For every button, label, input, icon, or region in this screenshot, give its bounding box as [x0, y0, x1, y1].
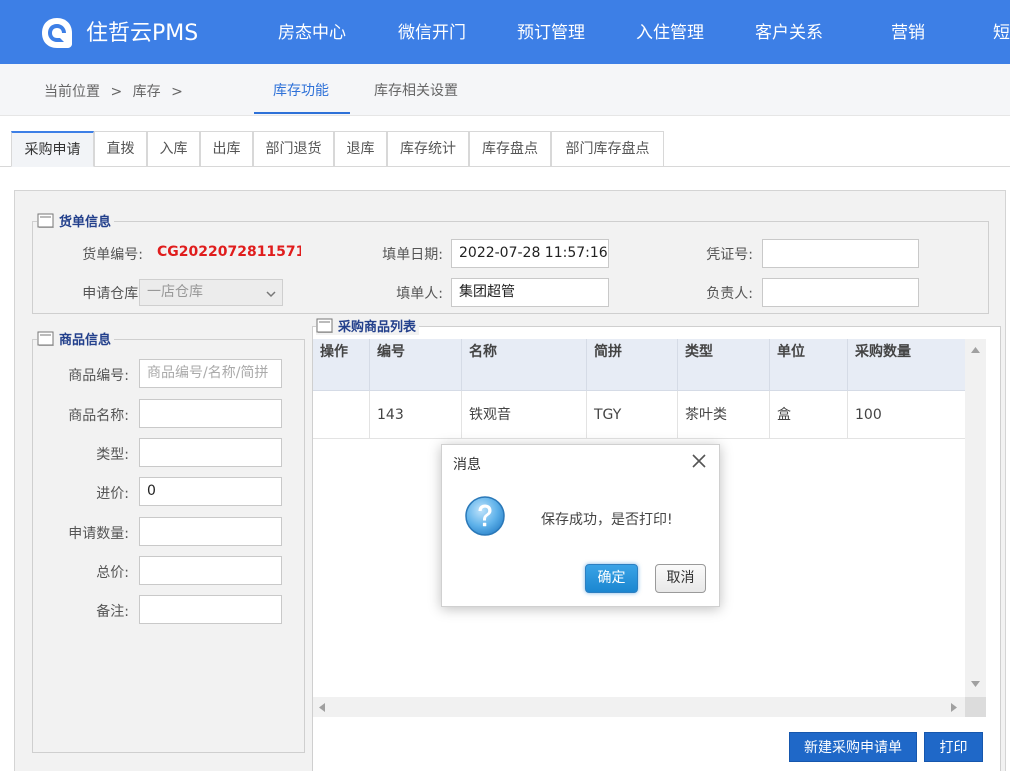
- goods-code-input[interactable]: 商品编号/名称/简拼: [139, 359, 282, 388]
- goods-type-input[interactable]: [139, 438, 282, 467]
- horizontal-scrollbar[interactable]: [313, 697, 965, 717]
- order-no-value: CG20220728115716: [157, 244, 301, 260]
- subtab-stock-in[interactable]: 入库: [147, 131, 200, 167]
- nav-room-status[interactable]: 房态中心: [278, 22, 346, 44]
- order-info-legend: 货单信息: [37, 211, 115, 230]
- table-row[interactable]: 143 铁观音 TGY 茶叶类 盒 100: [313, 391, 965, 439]
- voucher-field[interactable]: [762, 239, 919, 268]
- request-qty-input[interactable]: [139, 517, 282, 546]
- subtab-dept-return[interactable]: 部门退货: [253, 131, 334, 167]
- col-action: 操作: [313, 339, 370, 391]
- goods-code-label: 商品编号:: [68, 368, 129, 384]
- warehouse-select-value: 一店仓库: [147, 284, 203, 300]
- order-info-box: 货单信息 货单编号: CG20220728115716 填单日期: 2022-0…: [32, 211, 989, 314]
- order-no-label: 货单编号:: [82, 247, 143, 263]
- goods-name-label: 商品名称:: [68, 408, 129, 424]
- breadcrumb-separator: >: [110, 84, 123, 100]
- col-pinyin: 简拼: [587, 339, 678, 391]
- filler-field[interactable]: 集团超管: [451, 278, 609, 307]
- scrollbar-corner: [965, 697, 986, 717]
- purchase-list-legend: 采购商品列表: [316, 316, 420, 335]
- col-purchase-qty: 采购数量: [855, 344, 911, 360]
- cell-code: 143: [370, 391, 462, 439]
- breadcrumb-inventory[interactable]: 库存: [133, 84, 161, 100]
- dialog-message: 保存成功，是否打印!: [541, 512, 673, 528]
- col-type: 类型: [678, 339, 770, 391]
- nav-sms[interactable]: 短: [993, 22, 1010, 44]
- document-icon: [37, 213, 54, 228]
- col-unit: 单位: [770, 339, 848, 391]
- total-price-input[interactable]: [139, 556, 282, 585]
- confirm-button[interactable]: 确定: [585, 564, 638, 593]
- top-navbar: 住哲云PMS 房态中心 微信开门 预订管理 入住管理 客户关系 营销 短: [0, 0, 1010, 64]
- goods-info-legend: 商品信息: [37, 329, 115, 348]
- filler-label: 填单人:: [396, 286, 443, 302]
- cancel-button[interactable]: 取消: [655, 564, 706, 593]
- order-info-title: 货单信息: [59, 215, 112, 230]
- tab-inventory-functions[interactable]: 库存功能: [273, 80, 329, 100]
- cell-type: 茶叶类: [678, 391, 770, 439]
- dialog-title: 消息: [453, 457, 481, 473]
- remark-input[interactable]: [139, 595, 282, 624]
- warehouse-label: 申请仓库:: [82, 286, 143, 302]
- breadcrumb-separator: >: [171, 84, 183, 100]
- breadcrumb-bar: 当前位置 > 库存 > 库存功能 库存相关设置: [0, 64, 1010, 116]
- print-button[interactable]: 打印: [924, 732, 983, 762]
- message-dialog: 消息 保存成功，是否打印! 确定 取消: [441, 444, 720, 607]
- nav-marketing[interactable]: 营销: [891, 22, 925, 44]
- purchase-price-label: 进价:: [96, 486, 129, 502]
- subtab-direct-transfer[interactable]: 直拨: [94, 131, 147, 167]
- breadcrumb-current-position: 当前位置: [44, 84, 100, 100]
- vertical-scrollbar[interactable]: [965, 339, 986, 697]
- brand-name: 住哲云PMS: [86, 21, 199, 46]
- table-header: 操作 编号 名称 简拼 类型 单位 采购数量: [313, 339, 965, 391]
- purchase-price-input[interactable]: 0: [139, 477, 282, 506]
- goods-type-label: 类型:: [96, 447, 129, 463]
- scroll-down-arrow-icon[interactable]: [971, 681, 980, 687]
- nav-wechat-door[interactable]: 微信开门: [398, 22, 466, 44]
- subtab-stock-count[interactable]: 库存盘点: [469, 131, 551, 167]
- subtab-dept-stock-count[interactable]: 部门库存盘点: [551, 131, 664, 167]
- close-icon[interactable]: [690, 452, 708, 470]
- subtab-return-stock[interactable]: 退库: [334, 131, 387, 167]
- nav-checkin[interactable]: 入住管理: [636, 22, 704, 44]
- document-icon: [316, 318, 333, 333]
- request-qty-label: 申请数量:: [68, 526, 129, 542]
- warehouse-select[interactable]: 一店仓库: [139, 279, 283, 306]
- owner-label: 负责人:: [706, 286, 753, 302]
- subtab-stock-out[interactable]: 出库: [200, 131, 253, 167]
- nav-reservation[interactable]: 预订管理: [517, 22, 585, 44]
- goods-info-box: 商品信息 商品编号: 商品编号/名称/简拼 商品名称: 类型: 进价: 0 申请…: [32, 329, 305, 753]
- active-tab-indicator: [254, 112, 350, 114]
- purchase-list-title: 采购商品列表: [338, 320, 417, 335]
- goods-info-title: 商品信息: [59, 333, 112, 348]
- scroll-up-arrow-icon[interactable]: [971, 347, 980, 353]
- total-price-label: 总价:: [96, 565, 129, 581]
- scroll-right-arrow-icon[interactable]: [951, 703, 957, 712]
- cell-unit: 盒: [770, 391, 848, 439]
- cell-action: [313, 391, 370, 439]
- fill-date-label: 填单日期:: [382, 247, 443, 263]
- scroll-left-arrow-icon[interactable]: [319, 703, 325, 712]
- subtab-stock-statistics[interactable]: 库存统计: [387, 131, 469, 167]
- breadcrumb: 当前位置 > 库存 >: [44, 81, 189, 101]
- subtab-purchase-request[interactable]: 采购申请: [11, 131, 94, 167]
- new-purchase-request-button[interactable]: 新建采购申请单: [789, 732, 917, 762]
- nav-crm[interactable]: 客户关系: [755, 22, 823, 44]
- brand-logo-icon: [42, 18, 72, 48]
- col-name: 名称: [462, 339, 587, 391]
- chevron-down-icon: [266, 291, 276, 298]
- cell-name: 铁观音: [462, 391, 587, 439]
- goods-name-input[interactable]: [139, 399, 282, 428]
- document-icon: [37, 331, 54, 346]
- fill-date-field[interactable]: 2022-07-28 11:57:16: [451, 239, 609, 268]
- cell-pinyin: TGY: [587, 391, 678, 439]
- voucher-label: 凭证号:: [706, 247, 753, 263]
- tab-inventory-settings[interactable]: 库存相关设置: [374, 80, 458, 100]
- cell-purchase-qty: 100: [855, 407, 882, 423]
- col-code: 编号: [370, 339, 462, 391]
- remark-label: 备注:: [96, 604, 129, 620]
- question-icon: [465, 496, 505, 536]
- owner-field[interactable]: [762, 278, 919, 307]
